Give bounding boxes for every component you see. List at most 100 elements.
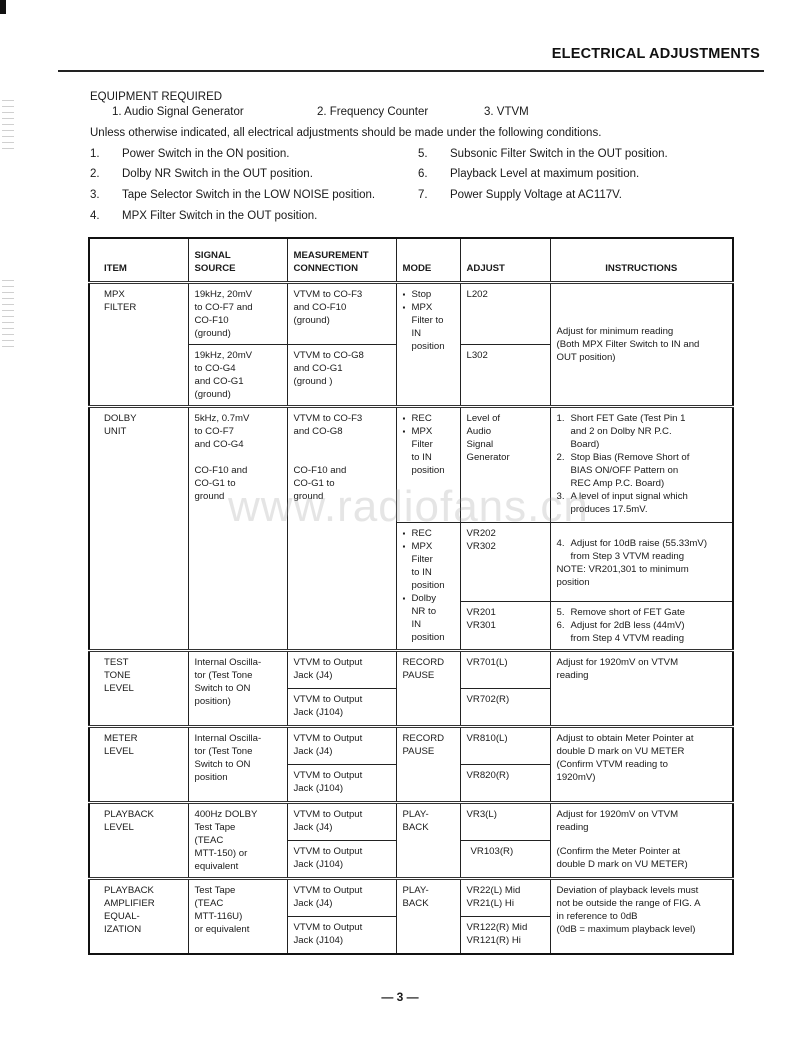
- adjust-cell: VR202 VR302: [459, 522, 551, 602]
- measurement-cell: VTVM to Output Jack (J4): [286, 877, 397, 917]
- mode-bullet: Dolby NR to IN position: [403, 592, 454, 644]
- header-adjust: ADJUST: [459, 237, 551, 283]
- instructions-cell: 1. Short FET Gate (Test Pin 1 and 2 on Do…: [549, 405, 734, 523]
- instructions-cell: Adjust for minimum reading (Both MPX Fil…: [549, 281, 734, 407]
- measurement-cell: VTVM to CO-F3 and CO-G8 CO-F10 and CO-G1…: [286, 405, 397, 651]
- mode-bullet: MPX Filter to IN position: [403, 301, 454, 353]
- condition-item: 6. Playback Level at maximum position.: [418, 168, 640, 180]
- header-measurement: MEASUREMENT CONNECTION: [286, 237, 397, 283]
- instruction-note: NOTE: VR201,301 to minimum position: [556, 564, 689, 588]
- signal-source-cell: 400Hz DOLBY Test Tape (TEAC MTT-150) or …: [187, 801, 288, 879]
- signal-source-cell: Internal Oscilla- tor (Test Tone Switch …: [187, 649, 288, 727]
- item-cell: METER LEVEL: [88, 725, 189, 803]
- instruction-step: 6. Adjust for 2dB less (44mV) from Step 4…: [556, 620, 685, 644]
- condition-item: 5. Subsonic Filter Switch in the OUT posi…: [418, 148, 668, 160]
- adjust-cell: L202: [459, 281, 551, 345]
- instruction-step: 1. Short FET Gate (Test Pin 1 and 2 on Do…: [556, 413, 686, 450]
- signal-source-cell: 19kHz, 20mV to CO-G4 and CO-G1 (ground): [187, 344, 288, 407]
- measurement-cell: VTVM to Output Jack (J104): [286, 688, 397, 727]
- measurement-cell: VTVM to Output Jack (J4): [286, 725, 397, 765]
- measurement-cell: VTVM to CO-F3 and CO-F10 (ground): [286, 281, 397, 345]
- adjust-cell: VR820(R): [459, 764, 551, 803]
- header-item: ITEM: [88, 237, 189, 283]
- item-cell: DOLBY UNIT: [88, 405, 189, 651]
- signal-source-cell: 5kHz, 0.7mV to CO-F7 and CO-G4 CO-F10 an…: [187, 405, 288, 651]
- scan-artifact: [2, 280, 14, 350]
- header-instructions: INSTRUCTIONS: [549, 237, 734, 283]
- adjustments-table: ITEM SIGNAL SOURCE MEASUREMENT CONNECTIO…: [88, 237, 734, 955]
- equipment-title: EQUIPMENT REQUIRED: [90, 91, 223, 103]
- instruction-step: 4. Adjust for 10dB raise (55.33mV) from S…: [556, 538, 708, 562]
- table-row-playback-eq: PLAYBACK AMPLIFIER EQUAL- IZATION Test T…: [88, 877, 734, 955]
- measurement-cell: VTVM to Output Jack (J104): [286, 916, 397, 955]
- section-title: ELECTRICAL ADJUSTMENTS: [551, 46, 760, 62]
- instruction-step: 5. Remove short of FET Gate: [556, 607, 685, 618]
- item-cell: PLAYBACK LEVEL: [88, 801, 189, 879]
- mode-bullet: REC: [403, 412, 454, 425]
- measurement-cell: VTVM to Output Jack (J104): [286, 840, 397, 879]
- instructions-cell: 5. Remove short of FET Gate 6. Adjust for …: [549, 601, 734, 651]
- condition-item: 2. Dolby NR Switch in the OUT position.: [90, 168, 313, 180]
- mode-cell: Stop MPX Filter to IN position: [395, 281, 461, 407]
- header-mode: MODE: [395, 237, 461, 283]
- item-cell: TEST TONE LEVEL: [88, 649, 189, 727]
- header-rule: [58, 70, 764, 72]
- table-row-test-tone-level: TEST TONE LEVEL Internal Oscilla- tor (T…: [88, 649, 734, 727]
- scan-corner-mark: [0, 0, 6, 14]
- table-row-meter-level: METER LEVEL Internal Oscilla- tor (Test …: [88, 725, 734, 803]
- instruction-step: 2. Stop Bias (Remove Short of BIAS ON/OFF…: [556, 452, 690, 489]
- header-signal-source: SIGNAL SOURCE: [187, 237, 288, 283]
- equipment-item: 2. Frequency Counter: [317, 106, 429, 118]
- adjust-cell: L302: [459, 344, 551, 407]
- signal-source-cell: Internal Oscilla- tor (Test Tone Switch …: [187, 725, 288, 803]
- measurement-cell: VTVM to CO-G8 and CO-G1 (ground ): [286, 344, 397, 407]
- measurement-cell: VTVM to Output Jack (J4): [286, 649, 397, 689]
- adjust-cell: VR3(L): [459, 801, 551, 841]
- measurement-cell: VTVM to Output Jack (J4): [286, 801, 397, 841]
- mode-cell: RECORD PAUSE: [395, 649, 461, 727]
- adjust-cell: VR810(L): [459, 725, 551, 765]
- table-header-row: ITEM SIGNAL SOURCE MEASUREMENT CONNECTIO…: [88, 237, 734, 283]
- equipment-item: 3. VTVM: [484, 106, 529, 118]
- adjust-cell: VR201 VR301: [459, 601, 551, 651]
- signal-source-cell: 19kHz, 20mV to CO-F7 and CO-F10 (ground): [187, 281, 288, 345]
- condition-item: 7. Power Supply Voltage at AC117V.: [418, 189, 622, 201]
- mode-bullet: Stop: [403, 288, 454, 301]
- scan-artifact: [2, 100, 14, 150]
- adjust-cell: VR701(L): [459, 649, 551, 689]
- mode-cell: REC MPX Filter to IN position: [395, 405, 461, 523]
- condition-item: 3. Tape Selector Switch in the LOW NOISE …: [90, 189, 376, 201]
- instruction-step: 3. A level of input signal which produces…: [556, 491, 688, 515]
- mode-cell: PLAY- BACK: [395, 801, 461, 879]
- instructions-cell: 4. Adjust for 10dB raise (55.33mV) from S…: [549, 522, 734, 602]
- mode-cell: RECORD PAUSE: [395, 725, 461, 803]
- adjust-cell: VR22(L) Mid VR21(L) Hi: [459, 877, 551, 917]
- table-row-dolby-unit: DOLBY UNIT 5kHz, 0.7mV to CO-F7 and CO-G…: [88, 405, 734, 651]
- instructions-cell: Adjust for 1920mV on VTVM reading: [549, 649, 734, 727]
- condition-item: 4. MPX Filter Switch in the OUT position.: [90, 210, 318, 222]
- mode-bullet: REC: [403, 527, 454, 540]
- page-number: — 3 —: [381, 990, 419, 1004]
- mode-cell: REC MPX Filter to IN position Dolby NR t…: [395, 522, 461, 651]
- mode-bullet: MPX Filter to IN position: [403, 540, 454, 592]
- item-cell: MPX FILTER: [88, 281, 189, 407]
- adjust-cell: VR122(R) Mid VR121(R) Hi: [459, 916, 551, 955]
- instructions-cell: Adjust to obtain Meter Pointer at double…: [549, 725, 734, 803]
- condition-item: 1. Power Switch in the ON position.: [90, 148, 290, 160]
- equipment-item: 1. Audio Signal Generator: [112, 106, 244, 118]
- table-row-playback-level: PLAYBACK LEVEL 400Hz DOLBY Test Tape (TE…: [88, 801, 734, 879]
- instructions-cell: Adjust for 1920mV on VTVM reading: [549, 801, 734, 841]
- table-row-mpx-filter: MPX FILTER 19kHz, 20mV to CO-F7 and CO-F…: [88, 281, 734, 407]
- mode-bullet: MPX Filter to IN position: [403, 425, 454, 477]
- equipment-required: EQUIPMENT REQUIRED 1. Audio Signal Gener…: [90, 91, 529, 118]
- instructions-cell: (Confirm the Meter Pointer at double D m…: [549, 840, 734, 879]
- mode-cell: PLAY- BACK: [395, 877, 461, 955]
- signal-source-cell: Test Tape (TEAC MTT-116U) or equivalent: [187, 877, 288, 955]
- measurement-cell: VTVM to Output Jack (J104): [286, 764, 397, 803]
- adjust-cell: VR103(R): [459, 840, 551, 879]
- intro-text: Unless otherwise indicated, all electric…: [90, 127, 602, 139]
- instructions-cell: Deviation of playback levels must not be…: [549, 877, 734, 955]
- item-cell: PLAYBACK AMPLIFIER EQUAL- IZATION: [88, 877, 189, 955]
- adjust-cell: VR702(R): [459, 688, 551, 727]
- adjust-cell: Level of Audio Signal Generator: [459, 405, 551, 523]
